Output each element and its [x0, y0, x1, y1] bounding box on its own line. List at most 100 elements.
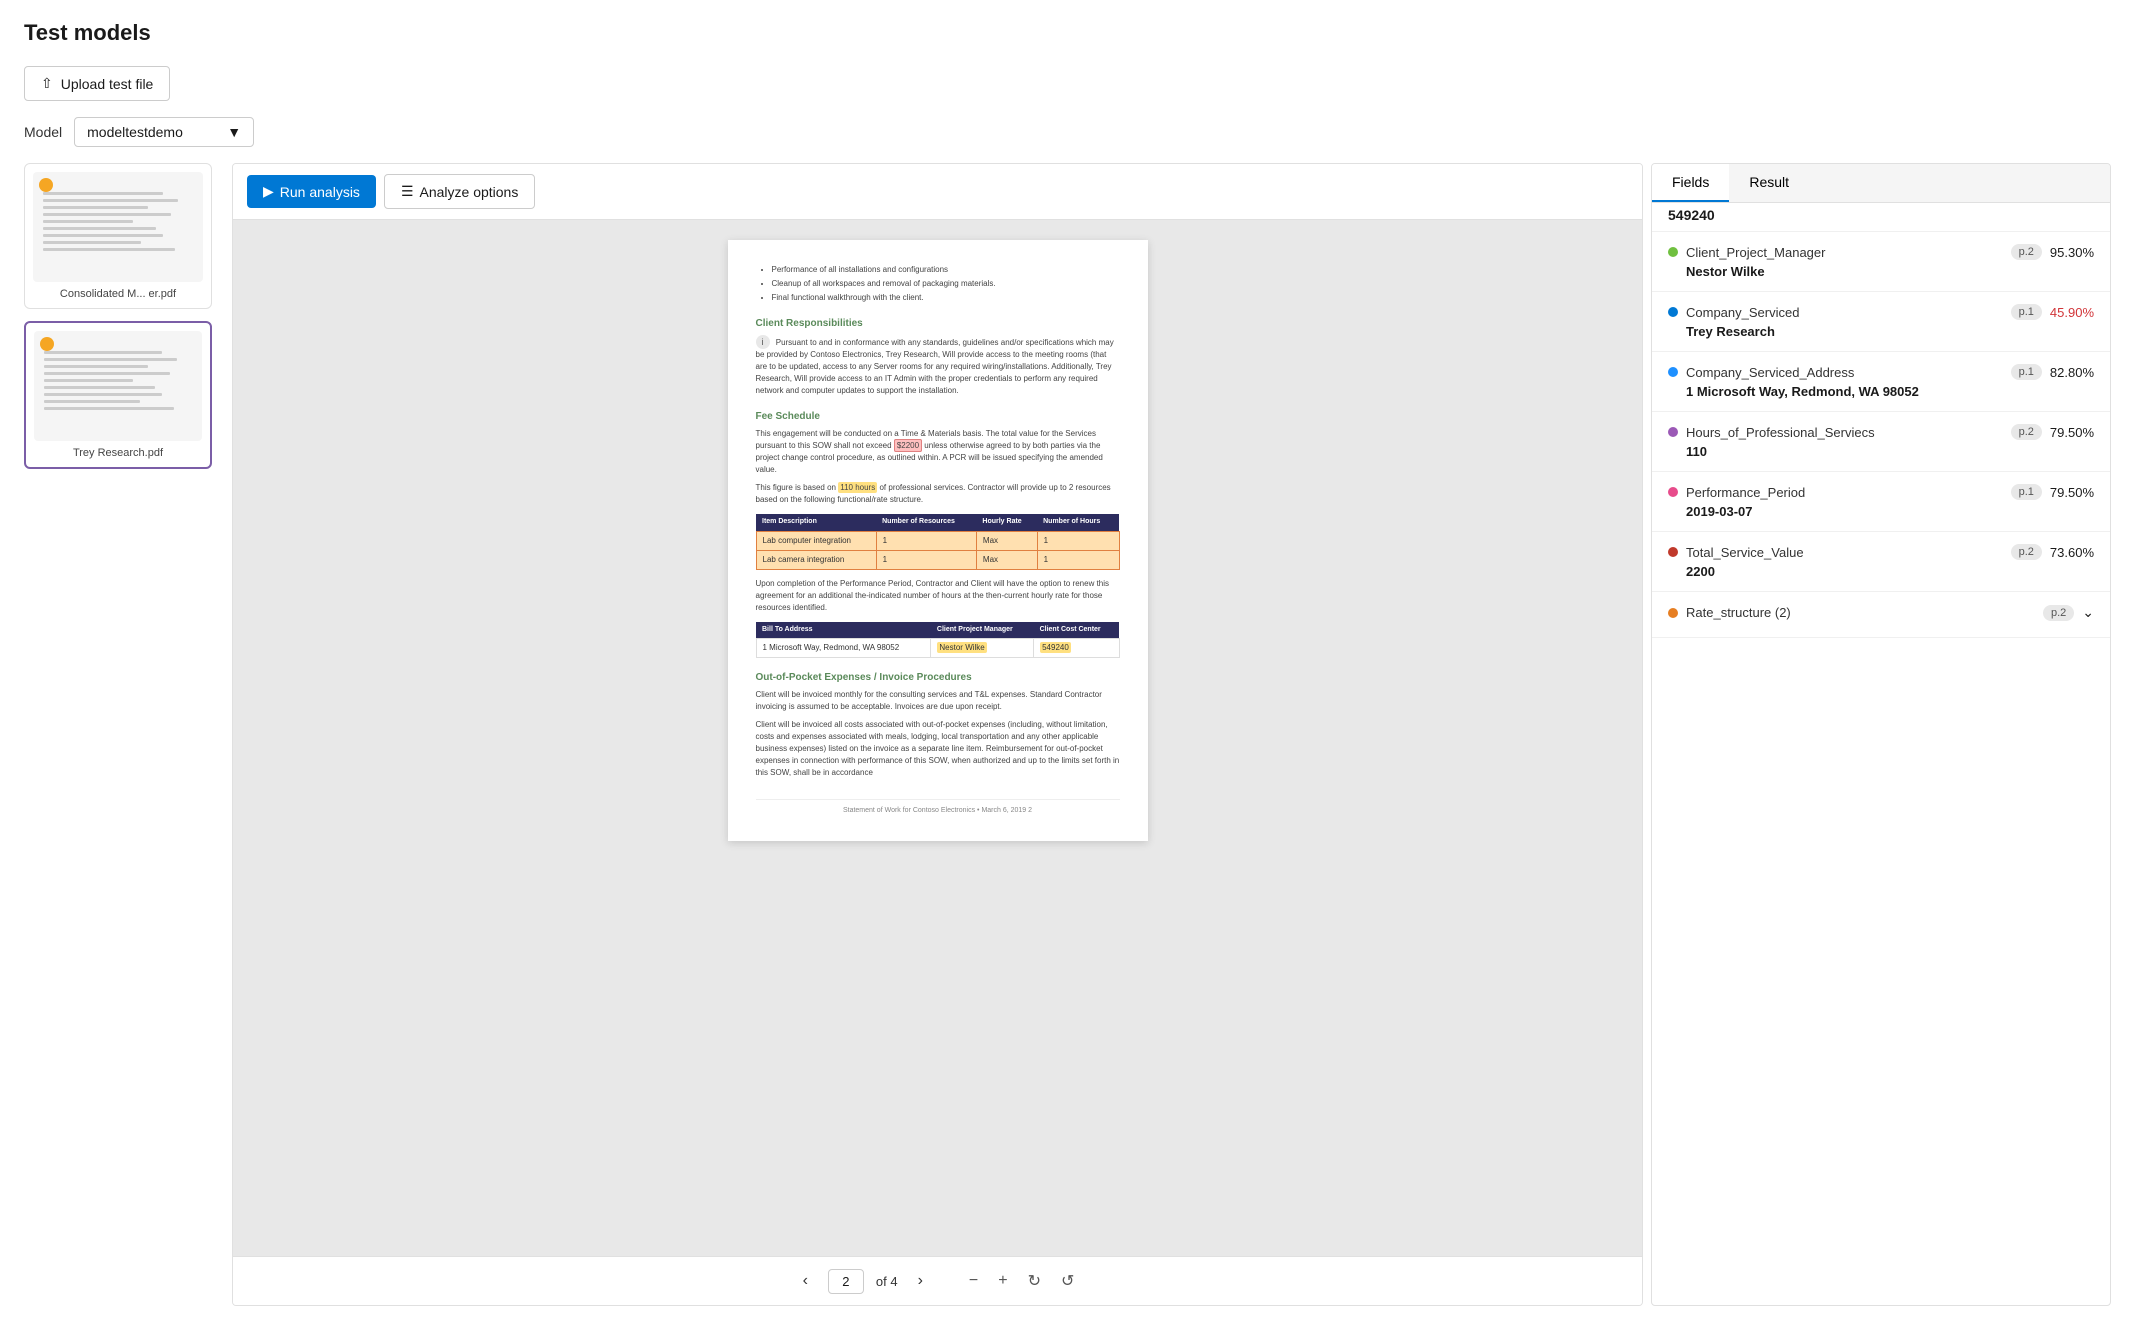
- tab-fields[interactable]: Fields: [1652, 164, 1729, 202]
- field-item-3: Hours_of_Professional_Serviecsp.279.50% 1…: [1652, 412, 2110, 472]
- field-dot-1: [1668, 307, 1678, 317]
- nav-tools: − + ↻ ↺: [963, 1267, 1081, 1295]
- field-confidence-2: 82.80%: [2050, 365, 2094, 380]
- file-dot-0: [39, 178, 53, 192]
- field-confidence-0: 95.30%: [2050, 245, 2094, 260]
- total-pages: of 4: [876, 1274, 898, 1289]
- section2-text2: This figure is based on 110 hours of pro…: [756, 482, 1120, 506]
- table-cell: Lab camera integration: [756, 550, 876, 569]
- field-dot-5: [1668, 547, 1678, 557]
- field-value-3: 110: [1668, 444, 2094, 459]
- table-header: Number of Resources: [876, 514, 976, 531]
- doc-page: Performance of all installations and con…: [728, 240, 1148, 841]
- table-header: Client Project Manager: [931, 622, 1034, 639]
- field-item-6: Rate_structure (2) p.2 ⌄: [1652, 592, 2110, 638]
- doc-bullets: Performance of all installations and con…: [756, 264, 1120, 304]
- file-item-1[interactable]: Trey Research.pdf: [24, 321, 212, 469]
- tab-result[interactable]: Result: [1729, 164, 1809, 202]
- table-cell: 1 Microsoft Way, Redmond, WA 98052: [756, 639, 931, 658]
- file-name-0: Consolidated M... er.pdf: [33, 288, 203, 300]
- upload-button[interactable]: ⇧ Upload test file: [24, 66, 170, 101]
- rotate-button[interactable]: ↻: [1022, 1267, 1047, 1295]
- field-item-4: Performance_Periodp.179.50% 2019-03-07: [1652, 472, 2110, 532]
- section2-text1: This engagement will be conducted on a T…: [756, 428, 1120, 476]
- file-line: [43, 234, 163, 237]
- section2-title: Fee Schedule: [756, 409, 1120, 424]
- file-line: [44, 372, 170, 375]
- doc-content: Performance of all installations and con…: [233, 220, 1642, 1256]
- file-line: [44, 365, 148, 368]
- table-cell: 1: [1037, 550, 1119, 569]
- file-line: [44, 407, 174, 410]
- field-page-1: p.1: [2011, 304, 2042, 320]
- fit-button[interactable]: ↺: [1055, 1267, 1080, 1295]
- table-cell: Nestor Wilke: [931, 639, 1034, 658]
- prev-page-button[interactable]: ‹: [795, 1268, 816, 1294]
- field-item-5: Total_Service_Valuep.273.60%2200: [1652, 532, 2110, 592]
- field-item-1: Company_Servicedp.145.90%Trey Research: [1652, 292, 2110, 352]
- doc-toolbar: ▶ Run analysis ☰ Analyze options: [233, 164, 1642, 220]
- manager-highlight: Nestor Wilke: [937, 642, 986, 653]
- field-header-4: Performance_Periodp.179.50%: [1668, 484, 2094, 500]
- field-dot-6: [1668, 608, 1678, 618]
- field-header-6: Rate_structure (2) p.2 ⌄: [1668, 604, 2094, 621]
- field-name-1: Company_Serviced: [1686, 305, 2003, 320]
- field-value-5: 2200: [1668, 564, 2094, 579]
- file-lines-1: [44, 351, 192, 414]
- table-header: Client Cost Center: [1034, 622, 1119, 639]
- zoom-in-button[interactable]: +: [992, 1267, 1013, 1295]
- field-page-0: p.2: [2011, 244, 2042, 260]
- field-dot-4: [1668, 487, 1678, 497]
- analyze-options-button[interactable]: ☰ Analyze options: [384, 174, 535, 209]
- file-line: [44, 400, 140, 403]
- model-selector[interactable]: modeltestdemo ▼: [74, 117, 254, 147]
- file-dot-1: [40, 337, 54, 351]
- next-page-button[interactable]: ›: [910, 1268, 931, 1294]
- field-name-4: Performance_Period: [1686, 485, 2003, 500]
- bullet-item: Cleanup of all workspaces and removal of…: [772, 278, 1120, 290]
- file-line: [43, 206, 148, 209]
- section3-text2: Client will be invoiced all costs associ…: [756, 719, 1120, 779]
- fields-tabs: Fields Result: [1652, 164, 2110, 203]
- file-line: [43, 199, 178, 202]
- fields-body: 549240 Client_Project_Managerp.295.30%Ne…: [1652, 203, 2110, 1305]
- chevron-down-icon-6[interactable]: ⌄: [2082, 604, 2094, 621]
- file-line: [43, 227, 156, 230]
- toolbar: ⇧ Upload test file: [24, 66, 2111, 101]
- file-line: [44, 358, 177, 361]
- file-line: [43, 220, 133, 223]
- table-row: 1 Microsoft Way, Redmond, WA 98052 Nesto…: [756, 639, 1119, 658]
- zoom-out-button[interactable]: −: [963, 1267, 984, 1295]
- doc-nav: ‹ 2 of 4 › − + ↻ ↺: [233, 1256, 1642, 1305]
- field-header-3: Hours_of_Professional_Serviecsp.279.50%: [1668, 424, 2094, 440]
- section3-text1: Client will be invoiced monthly for the …: [756, 689, 1120, 713]
- field-name-6: Rate_structure (2): [1686, 605, 2035, 620]
- chevron-down-icon: ▼: [227, 124, 241, 140]
- table-header: Number of Hours: [1037, 514, 1119, 531]
- file-line: [43, 248, 175, 251]
- field-name-2: Company_Serviced_Address: [1686, 365, 2003, 380]
- table-row: Lab computer integration 1 Max 1: [756, 531, 1119, 550]
- field-name-0: Client_Project_Manager: [1686, 245, 2003, 260]
- file-line: [43, 241, 141, 244]
- sliders-icon: ☰: [401, 183, 414, 200]
- file-item-0[interactable]: Consolidated M... er.pdf: [24, 163, 212, 309]
- run-icon: ▶: [263, 183, 274, 200]
- field-dot-3: [1668, 427, 1678, 437]
- table-header: Bill To Address: [756, 622, 931, 639]
- section1-text: i Pursuant to and in conformance with an…: [756, 335, 1120, 397]
- field-name-3: Hours_of_Professional_Serviecs: [1686, 425, 2003, 440]
- cost-highlight: 549240: [1040, 642, 1071, 653]
- field-header-2: Company_Serviced_Address p.1 82.80%: [1668, 364, 2094, 380]
- field-page-6: p.2: [2043, 605, 2074, 621]
- field-value-4: 2019-03-07: [1668, 504, 2094, 519]
- run-analysis-button[interactable]: ▶ Run analysis: [247, 175, 376, 208]
- table-cell: 1: [1037, 531, 1119, 550]
- doc-footer: Statement of Work for Contoso Electronic…: [756, 799, 1120, 817]
- field-page-2: p.1: [2011, 364, 2042, 380]
- model-label: Model: [24, 124, 62, 140]
- field-name-5: Total_Service_Value: [1686, 545, 2003, 560]
- file-thumbnail-1: [34, 331, 202, 441]
- main-content: Consolidated M... er.pdf: [24, 163, 2111, 1306]
- page-number-display[interactable]: 2: [828, 1269, 864, 1294]
